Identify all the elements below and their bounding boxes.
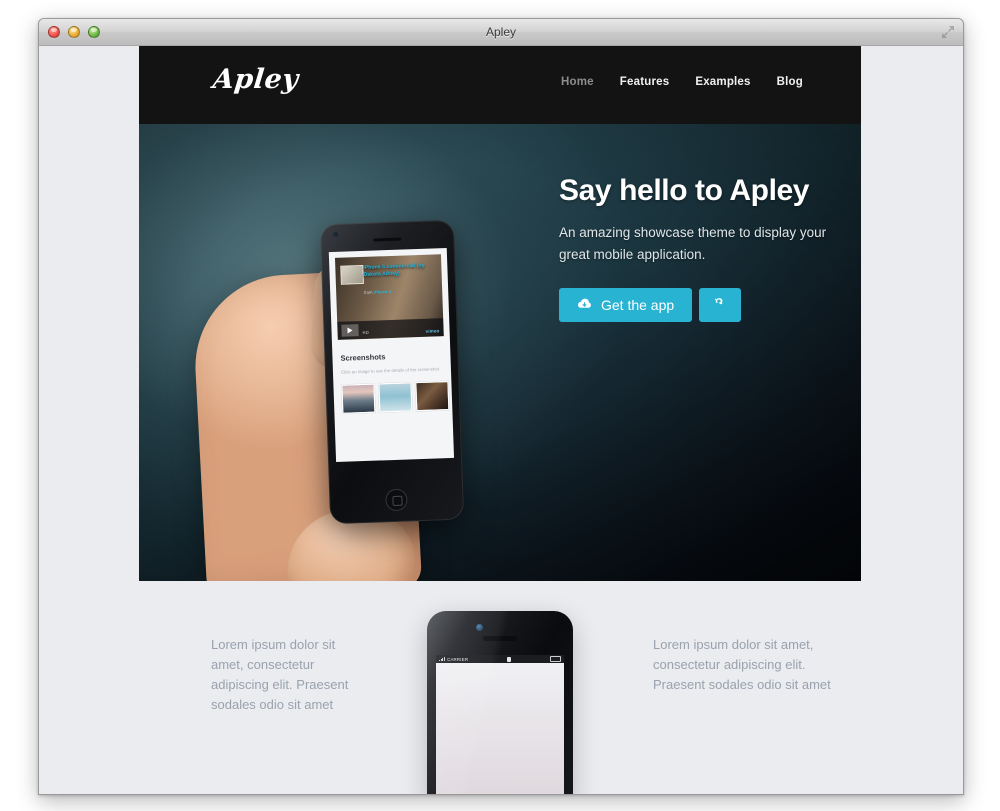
- feature-column-right: Lorem ipsum dolor sit amet, consectetur …: [623, 635, 861, 716]
- play-icon[interactable]: [341, 324, 359, 337]
- site-content: Apley Home Features Examples Blog iPhone…: [139, 46, 861, 794]
- features-section: Lorem ipsum dolor sit amet, consectetur …: [139, 581, 861, 794]
- video-quality-badge[interactable]: HD: [363, 330, 370, 335]
- window-title: Apley: [485, 25, 517, 39]
- nav-item-features[interactable]: Features: [620, 76, 670, 88]
- hero-title: Say hello to Apley: [559, 174, 810, 207]
- pin-button[interactable]: [699, 287, 742, 322]
- hero-copy: Say hello to Apley An amazing showcase t…: [559, 174, 839, 322]
- lock-icon: [507, 656, 512, 662]
- screenshot-thumb[interactable]: [415, 381, 450, 412]
- site-logo[interactable]: Apley: [211, 64, 300, 95]
- screenshot-thumb[interactable]: [378, 382, 413, 413]
- video-thumbnail: [340, 264, 364, 285]
- phone-home-button[interactable]: [385, 488, 408, 512]
- hero-button-group: Get the app: [559, 287, 839, 322]
- video-title: iPhone 5 commercial (by Dakota Adney): [363, 262, 425, 278]
- browser-window: Apley Apley Home Features Examples Blog: [38, 18, 964, 795]
- signal-bars-icon: [439, 657, 446, 661]
- video-brand-label[interactable]: vimeo: [425, 328, 439, 333]
- phone-screen: iPhone 5 commercial (by Dakota Adney) fr…: [328, 248, 455, 463]
- pin-icon: [713, 296, 727, 314]
- phone-earpiece: [373, 237, 402, 242]
- hero-section: iPhone 5 commercial (by Dakota Adney) fr…: [139, 124, 861, 581]
- lower-phone-screen: CARRIER: [436, 655, 564, 794]
- carrier-label-group: CARRIER: [439, 657, 468, 662]
- hero-phone-mockup: iPhone 5 commercial (by Dakota Adney) fr…: [319, 219, 465, 525]
- status-bar: CARRIER: [436, 655, 564, 663]
- fullscreen-icon[interactable]: [941, 25, 955, 39]
- window-titlebar[interactable]: Apley: [39, 19, 963, 46]
- lower-phone-mockup: CARRIER: [427, 611, 573, 794]
- screenshots-grid: [341, 381, 452, 414]
- phone-camera-icon: [476, 624, 483, 631]
- video-meta: from iPhone 5: [364, 289, 391, 295]
- page-viewport: Apley Home Features Examples Blog iPhone…: [39, 46, 963, 794]
- video-brand: vimeo: [425, 328, 439, 333]
- feature-text: Lorem ipsum dolor sit amet, consectetur …: [653, 637, 831, 693]
- nav-menu: Home Features Examples Blog: [561, 76, 803, 88]
- get-the-app-button[interactable]: Get the app: [559, 287, 693, 322]
- video-player[interactable]: iPhone 5 commercial (by Dakota Adney) fr…: [334, 254, 444, 340]
- feature-text: Lorem ipsum dolor sit amet, consectetur …: [211, 637, 349, 713]
- site-navbar: Apley Home Features Examples Blog: [139, 46, 861, 124]
- hero-subtitle: An amazing showcase theme to display you…: [559, 225, 827, 262]
- screenshots-description: Click an image to see the details of the…: [340, 366, 440, 375]
- nav-item-home[interactable]: Home: [561, 76, 594, 88]
- video-meta-link[interactable]: iPhone 5: [374, 289, 392, 295]
- cloud-download-icon: [577, 297, 592, 313]
- nav-item-examples[interactable]: Examples: [695, 76, 750, 88]
- screenshot-thumb[interactable]: [341, 383, 376, 414]
- feature-column-left: Lorem ipsum dolor sit amet, consectetur …: [139, 635, 377, 716]
- video-meta-prefix: from: [364, 289, 373, 295]
- battery-icon: [549, 655, 561, 663]
- screenshots-heading: Screenshots: [340, 352, 386, 363]
- nav-item-blog[interactable]: Blog: [777, 76, 803, 88]
- phone-camera-icon: [333, 231, 339, 237]
- phone-earpiece: [483, 636, 517, 641]
- get-the-app-label: Get the app: [601, 296, 675, 313]
- carrier-label: CARRIER: [447, 656, 469, 662]
